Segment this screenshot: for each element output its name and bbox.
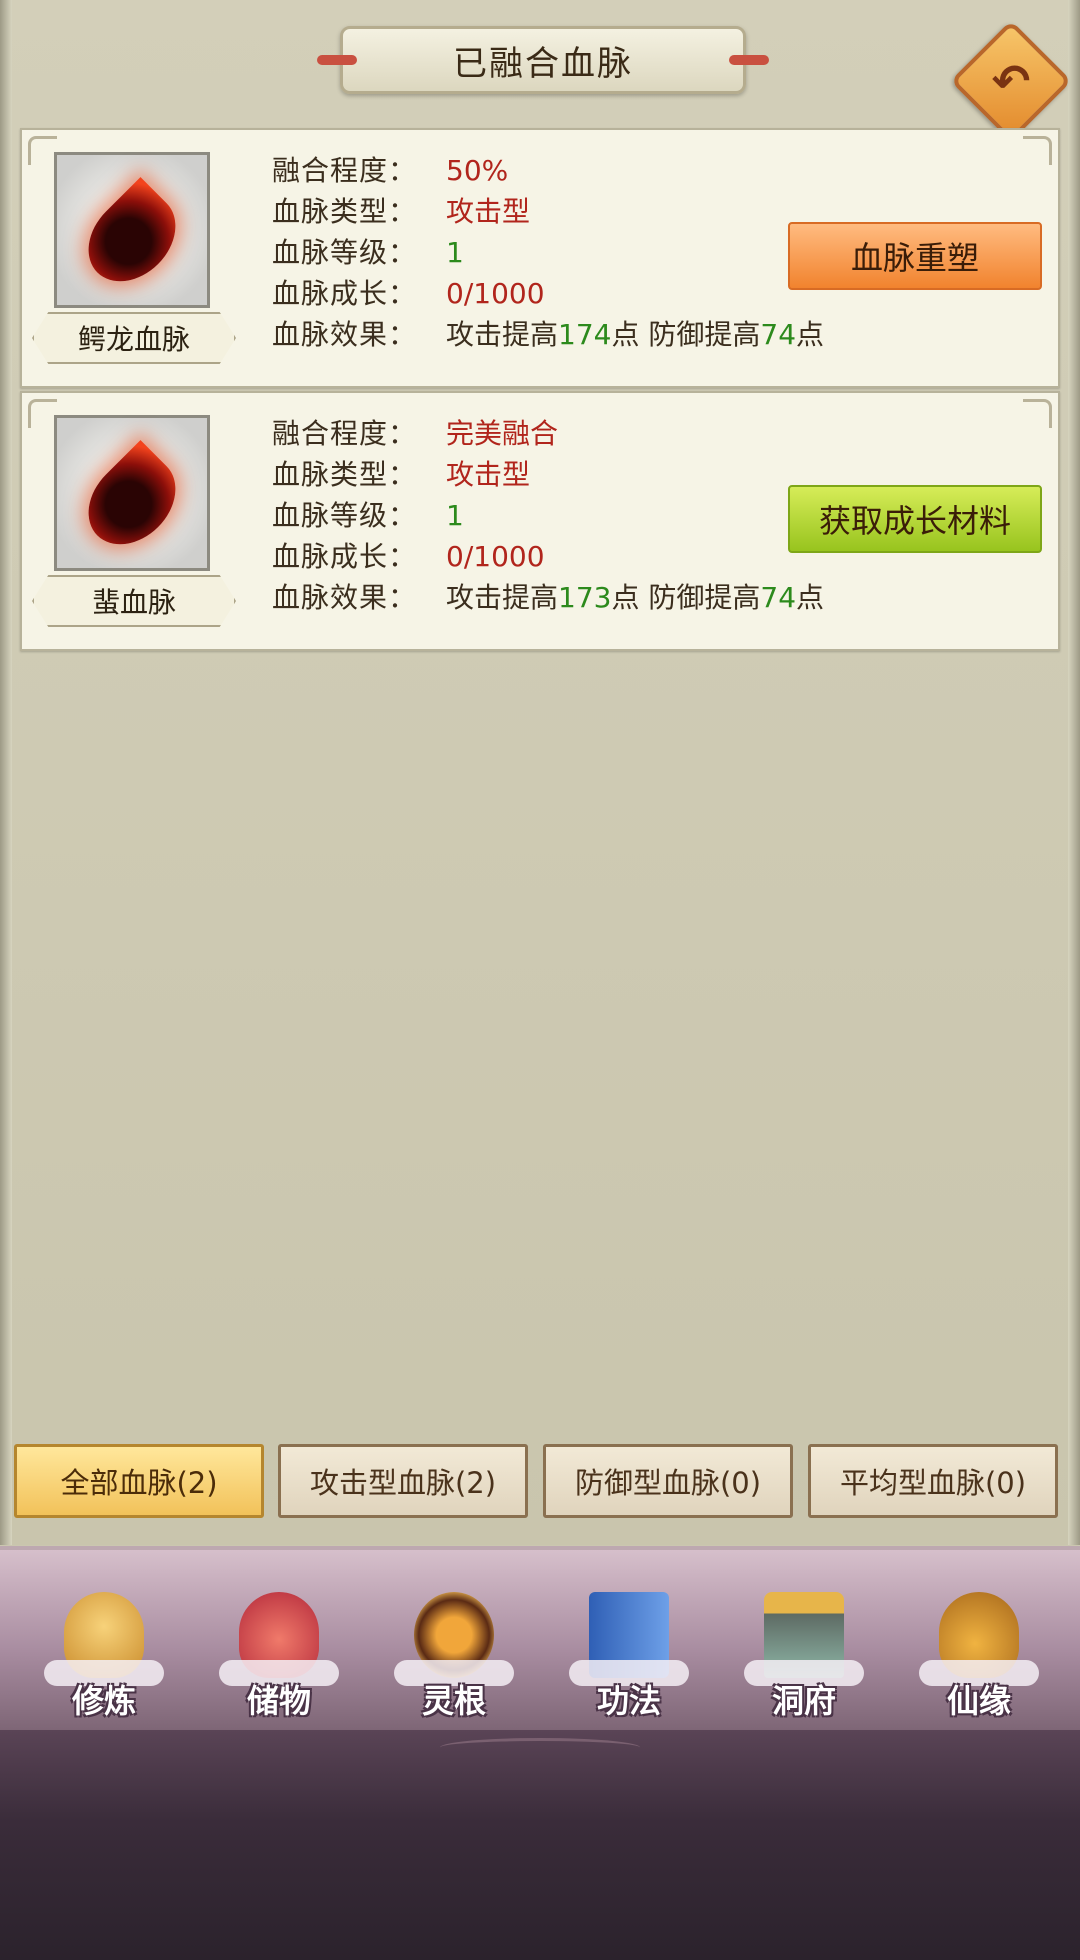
attack-bonus: 174	[558, 318, 612, 351]
reshape-bloodline-button[interactable]: 血脉重塑	[788, 222, 1042, 290]
panel-right-edge	[1068, 0, 1080, 1545]
corner-ornament	[1023, 136, 1052, 165]
bloodline-info: 融合程度： 50% 血脉类型： 攻击型 血脉等级： 1 血脉成长： 0/1000 血脉效…	[272, 150, 824, 355]
nav-spirit-root[interactable]: 灵根	[394, 1580, 514, 1730]
fusion-value: 50%	[446, 154, 509, 187]
type-value: 攻击型	[446, 195, 531, 228]
effect-text: 点	[796, 318, 825, 351]
info-row: 血脉成长： 0/1000	[272, 536, 824, 577]
growth-label: 血脉成长：	[272, 540, 418, 573]
title-plate: 已融合血脉	[317, 26, 769, 94]
corner-ornament	[1023, 399, 1052, 428]
growth-label: 血脉成长：	[272, 277, 418, 310]
blood-drop-icon	[71, 440, 193, 562]
nav-label: 储物	[246, 1682, 311, 1720]
info-row: 血脉类型： 攻击型	[272, 454, 824, 495]
bloodline-nameplate: 鳄龙血脉	[32, 312, 236, 364]
info-row: 血脉效果： 攻击提高173点 防御提高74点	[272, 577, 824, 618]
level-label: 血脉等级：	[272, 499, 418, 532]
effect-text: 攻击提高	[446, 581, 559, 614]
bloodline-avatar[interactable]	[54, 152, 210, 308]
info-row: 血脉效果： 攻击提高174点 防御提高74点	[272, 314, 824, 355]
bloodline-card: 蜚血脉 融合程度： 完美融合 血脉类型： 攻击型 血脉等级： 1 血脉成长： 0/100…	[20, 391, 1060, 651]
nav-immortal-fate[interactable]: 仙缘	[919, 1580, 1039, 1730]
tab-balanced-bloodlines[interactable]: 平均型血脉(0)	[808, 1444, 1058, 1518]
info-row: 血脉等级： 1	[272, 232, 824, 273]
nav-label: 修炼	[71, 1682, 136, 1720]
type-label: 血脉类型：	[272, 458, 418, 491]
effect-text: 点 防御提高	[611, 318, 761, 351]
bloodline-name: 鳄龙血脉	[77, 323, 190, 356]
nav-technique[interactable]: 功法	[569, 1580, 689, 1730]
level-value: 1	[446, 499, 464, 532]
type-label: 血脉类型：	[272, 195, 418, 228]
nav-label: 灵根	[421, 1682, 486, 1720]
nav-cultivate[interactable]: 修炼	[44, 1580, 164, 1730]
effect-text: 点 防御提高	[611, 581, 761, 614]
growth-value: 0/1000	[446, 540, 545, 573]
fusion-label: 融合程度：	[272, 154, 418, 187]
defense-bonus: 74	[760, 318, 797, 351]
effect-label: 血脉效果：	[272, 581, 418, 614]
defense-bonus: 74	[760, 581, 797, 614]
lower-backdrop	[0, 1730, 1080, 1960]
divider-ornament	[440, 1738, 640, 1757]
info-row: 血脉类型： 攻击型	[272, 191, 824, 232]
fusion-value: 完美融合	[446, 417, 559, 450]
page-title: 已融合血脉	[453, 43, 633, 84]
get-growth-material-button[interactable]: 获取成长材料	[788, 485, 1042, 553]
type-value: 攻击型	[446, 458, 531, 491]
bloodline-avatar[interactable]	[54, 415, 210, 571]
fusion-label: 融合程度：	[272, 417, 418, 450]
level-value: 1	[446, 236, 464, 269]
attack-bonus: 173	[558, 581, 612, 614]
info-row: 融合程度： 50%	[272, 150, 824, 191]
nav-cave-palace[interactable]: 洞府	[744, 1580, 864, 1730]
bloodline-card: 鳄龙血脉 融合程度： 50% 血脉类型： 攻击型 血脉等级： 1 血脉成长： 0/100…	[20, 128, 1060, 388]
effect-text: 攻击提高	[446, 318, 559, 351]
info-row: 血脉成长： 0/1000	[272, 273, 824, 314]
nav-storage[interactable]: 储物	[219, 1580, 339, 1730]
tab-defense-bloodlines[interactable]: 防御型血脉(0)	[543, 1444, 793, 1518]
nav-label: 洞府	[771, 1682, 836, 1720]
blood-drop-icon	[71, 177, 193, 299]
info-row: 融合程度： 完美融合	[272, 413, 824, 454]
nav-label: 仙缘	[946, 1682, 1011, 1720]
growth-value: 0/1000	[446, 277, 545, 310]
level-label: 血脉等级：	[272, 236, 418, 269]
tab-attack-bloodlines[interactable]: 攻击型血脉(2)	[278, 1444, 528, 1518]
panel-left-edge	[0, 0, 12, 1545]
effect-text: 点	[796, 581, 825, 614]
back-arrow-icon[interactable]: ↶	[968, 38, 1054, 124]
bloodline-nameplate: 蜚血脉	[32, 575, 236, 627]
info-row: 血脉等级： 1	[272, 495, 824, 536]
bloodline-name: 蜚血脉	[91, 586, 176, 619]
tab-all-bloodlines[interactable]: 全部血脉(2)	[14, 1444, 264, 1518]
effect-label: 血脉效果：	[272, 318, 418, 351]
bloodline-info: 融合程度： 完美融合 血脉类型： 攻击型 血脉等级： 1 血脉成长： 0/1000 血脉…	[272, 413, 824, 618]
nav-label: 功法	[596, 1682, 661, 1720]
corner-ornament	[28, 136, 57, 165]
corner-ornament	[28, 399, 57, 428]
